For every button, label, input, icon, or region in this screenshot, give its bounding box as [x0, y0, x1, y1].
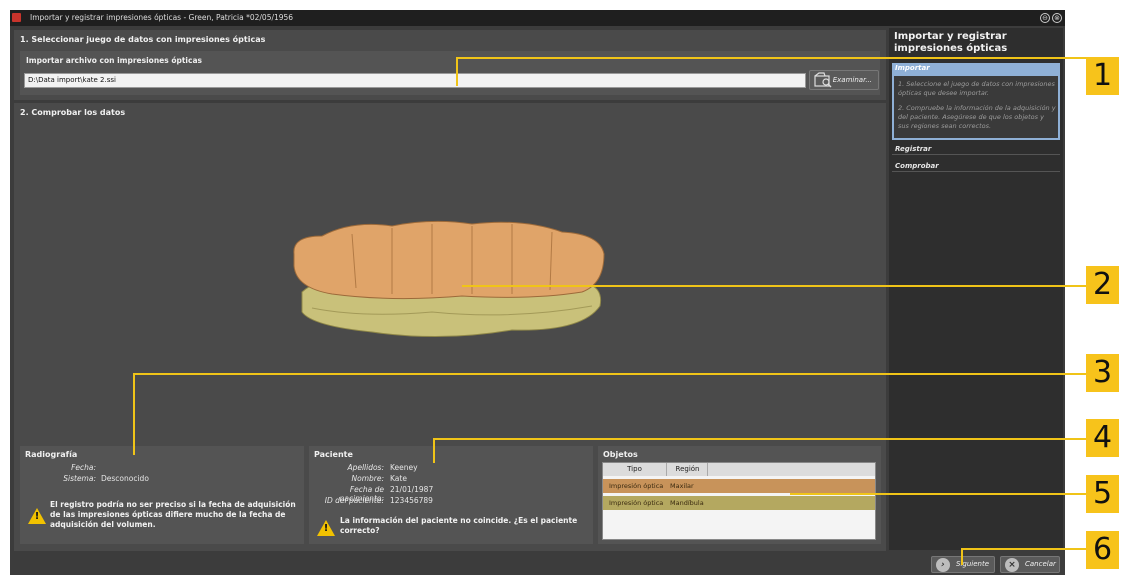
radiografia-title: Radiografía — [25, 450, 78, 459]
file-path-input[interactable]: D:\Data import\kate 2.ssi — [24, 73, 806, 88]
cancel-button[interactable]: × Cancelar — [1000, 556, 1060, 573]
next-button[interactable]: › Siguiente — [931, 556, 995, 573]
section1-title: 1. Seleccionar juego de datos con impres… — [20, 35, 266, 44]
fecha-label: Fecha: — [71, 463, 96, 472]
callout-line-4 — [433, 438, 435, 463]
section2-title: 2. Comprobar los datos — [20, 108, 126, 117]
callout-badge-2: 2 — [1086, 266, 1119, 304]
row-region: Mandíbula — [670, 499, 704, 507]
col-tipo-header[interactable]: Tipo — [603, 463, 667, 476]
dental-3d-view[interactable] — [282, 214, 622, 344]
instruction-1: 1. Seleccione el juego de datos con impr… — [898, 80, 1055, 97]
callout-line-6 — [961, 548, 1086, 550]
sidebar-step-registrar[interactable]: Registrar — [892, 143, 1060, 155]
callout-line-1 — [456, 58, 458, 86]
apellidos-value: Keeney — [390, 463, 418, 472]
callout-badge-1: 1 — [1086, 57, 1119, 95]
sidebar-title: Importar y registrar impresiones ópticas — [894, 31, 1008, 54]
callout-line-1 — [456, 57, 1086, 59]
minimize-icon[interactable]: ⊖ — [1040, 13, 1050, 23]
row-tipo: Impresión óptica — [609, 482, 664, 490]
id-label: ID del paciente: — [324, 496, 384, 505]
paciente-warning: La información del paciente no coincide.… — [340, 516, 578, 535]
sidebar-step-comprobar[interactable]: Comprobar — [892, 160, 1060, 172]
table-row[interactable]: Impresión óptica Mandíbula — [603, 496, 875, 510]
id-value: 123456789 — [390, 496, 433, 505]
callout-line-6 — [961, 548, 963, 565]
callout-line-4 — [433, 438, 1086, 440]
sistema-label: Sistema: — [63, 474, 96, 483]
nacimiento-value: 21/01/1987 — [390, 485, 434, 494]
callout-badge-3: 3 — [1086, 354, 1119, 392]
arrow-right-icon: › — [936, 558, 950, 572]
callout-line-2 — [462, 285, 1086, 287]
callout-badge-6: 6 — [1086, 531, 1119, 569]
apellidos-label: Apellidos: — [347, 463, 384, 472]
nombre-label: Nombre: — [351, 474, 385, 483]
callout-badge-4: 4 — [1086, 419, 1119, 457]
import-file-label: Importar archivo con impresiones ópticas — [26, 56, 202, 65]
close-icon[interactable]: ⊗ — [1052, 13, 1062, 23]
table-row[interactable]: Impresión óptica Maxilar — [603, 479, 875, 493]
objetos-title: Objetos — [603, 450, 638, 459]
browse-label: Examinar... — [832, 76, 872, 84]
row-region: Maxilar — [670, 482, 694, 490]
cancel-x-icon: × — [1005, 558, 1019, 572]
paciente-title: Paciente — [314, 450, 353, 459]
row-tipo: Impresión óptica — [609, 499, 664, 507]
callout-line-5 — [790, 493, 1086, 495]
sistema-value: Desconocido — [101, 474, 149, 483]
col-region-header[interactable]: Región — [668, 463, 708, 476]
sidebar-step-importar[interactable]: Importar — [892, 63, 1060, 74]
instruction-2: 2. Compruebe la información de la adquis… — [898, 104, 1056, 130]
nombre-value: Kate — [390, 474, 407, 483]
callout-line-3 — [133, 373, 135, 455]
cancel-label: Cancelar — [1025, 560, 1056, 568]
folder-search-icon — [814, 72, 832, 92]
radiografia-warning: El registro podría no ser preciso si la … — [50, 500, 296, 529]
callout-line-3 — [133, 373, 1086, 375]
window-title: Importar y registrar impresiones ópticas… — [30, 13, 294, 22]
window-titlebar: Importar y registrar impresiones ópticas… — [10, 10, 1065, 26]
callout-badge-5: 5 — [1086, 475, 1119, 513]
app-icon — [12, 13, 21, 22]
